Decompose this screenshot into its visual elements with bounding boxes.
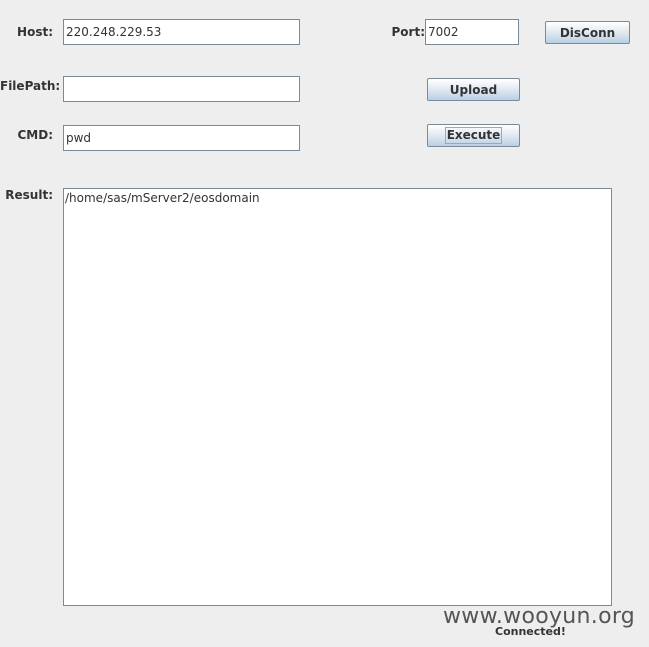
upload-button[interactable]: Upload [427, 78, 520, 101]
host-label: Host: [17, 25, 53, 39]
port-label: Port: [391, 25, 426, 39]
cmd-input[interactable] [63, 125, 300, 151]
disconnect-button[interactable]: DisConn [545, 21, 630, 44]
port-input[interactable] [425, 19, 519, 45]
filepath-input[interactable] [63, 76, 300, 102]
cmd-label: CMD: [17, 128, 53, 142]
result-label: Result: [5, 188, 53, 202]
filepath-label: FilePath: [0, 79, 61, 93]
result-output[interactable]: /home/sas/mServer2/eosdomain [63, 188, 612, 606]
watermark-text: www.wooyun.org [443, 604, 636, 629]
execute-button[interactable]: Execute [427, 124, 520, 147]
host-input[interactable] [63, 19, 300, 45]
execute-button-label: Execute [444, 127, 503, 144]
